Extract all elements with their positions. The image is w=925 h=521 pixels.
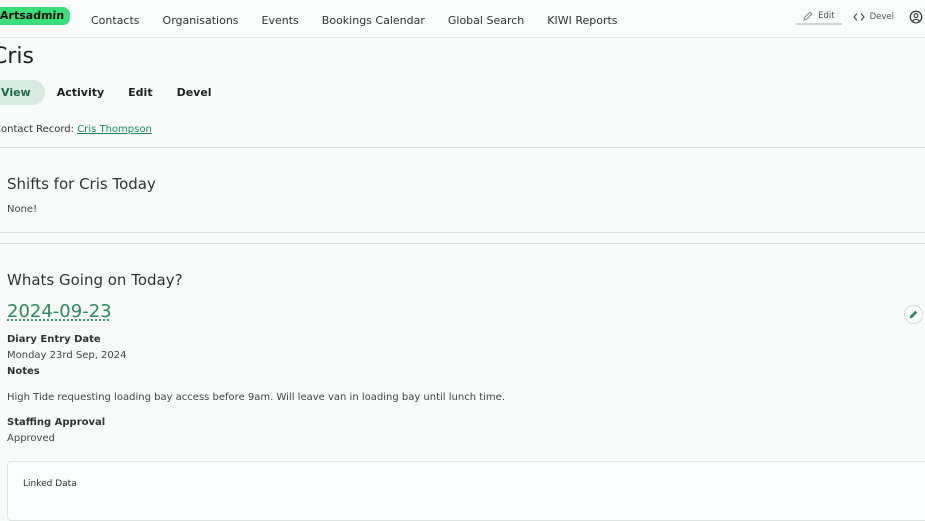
contact-record-label: Contact Record:	[0, 124, 75, 135]
staffing-approval-label: Staffing Approval	[7, 417, 106, 428]
top-navigation-bar: Artsadmin Contacts Organisations Events …	[0, 0, 925, 38]
contact-record-link[interactable]: Cris Thompson	[77, 124, 152, 135]
nav-kiwi-reports[interactable]: KIWI Reports	[547, 14, 617, 27]
toolbar-right: Edit Devel	[796, 8, 925, 25]
nav-organisations[interactable]: Organisations	[163, 14, 239, 27]
pencil-icon	[803, 11, 813, 21]
linked-data-panel: Linked Data	[7, 461, 925, 521]
pencil-icon	[909, 310, 918, 319]
edit-entry-button[interactable]	[904, 305, 923, 324]
nav-events[interactable]: Events	[262, 14, 299, 27]
user-circle-icon[interactable]	[909, 10, 923, 24]
staffing-approval-value: Approved	[7, 433, 55, 444]
shifts-value: None!	[7, 204, 38, 215]
shifts-heading: Shifts for Cris Today	[7, 175, 156, 193]
contact-record-line: Contact Record: Cris Thompson	[0, 124, 152, 135]
tab-activity[interactable]: Activity	[45, 80, 116, 105]
toolbar-edit-label: Edit	[818, 10, 835, 21]
diary-entry-date-label: Diary Entry Date	[7, 334, 101, 345]
page-title: Cris	[0, 44, 34, 69]
code-icon	[852, 12, 865, 21]
divider	[0, 232, 925, 233]
toolbar-edit-button[interactable]: Edit	[796, 8, 842, 25]
diary-date-link[interactable]: 2024-09-23	[7, 301, 112, 322]
main-nav: Contacts Organisations Events Bookings C…	[91, 14, 618, 27]
tab-view[interactable]: View	[0, 80, 45, 105]
tab-edit[interactable]: Edit	[116, 80, 164, 105]
diary-entry-date-value: Monday 23rd Sep, 2024	[7, 350, 127, 361]
toolbar-devel-label: Devel	[869, 11, 894, 22]
today-heading: Whats Going on Today?	[7, 271, 183, 289]
tab-devel[interactable]: Devel	[165, 80, 224, 105]
nav-contacts[interactable]: Contacts	[91, 14, 140, 27]
notes-label: Notes	[7, 366, 40, 377]
divider	[0, 147, 925, 148]
divider	[0, 243, 925, 244]
local-tabs: View Activity Edit Devel	[0, 80, 224, 105]
linked-data-label: Linked Data	[23, 479, 77, 489]
toolbar-devel-button[interactable]: Devel	[846, 8, 901, 25]
notes-value: High Tide requesting loading bay access …	[7, 392, 505, 403]
site-logo[interactable]: Artsadmin	[0, 7, 71, 25]
nav-bookings-calendar[interactable]: Bookings Calendar	[322, 14, 425, 27]
nav-global-search[interactable]: Global Search	[448, 14, 524, 27]
